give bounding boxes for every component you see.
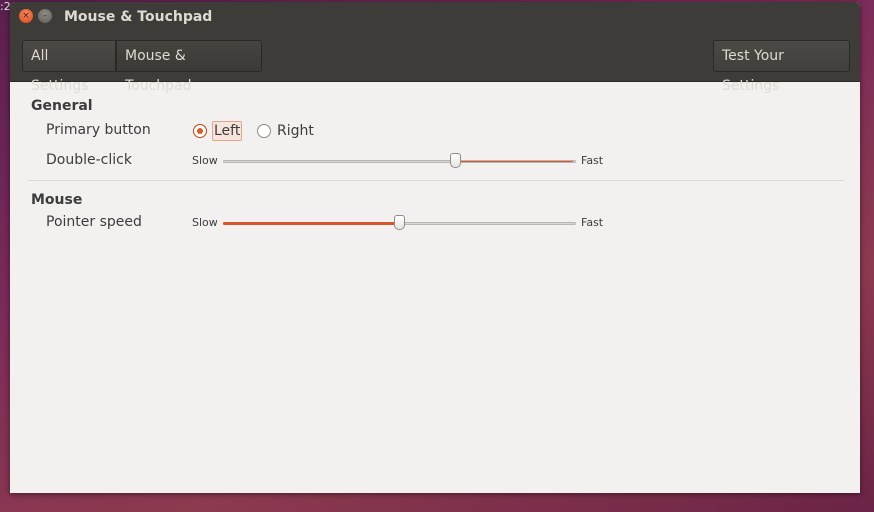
double-click-label: Double-click — [46, 152, 132, 168]
double-click-fill — [461, 161, 573, 162]
minimize-button[interactable]: – — [38, 9, 52, 23]
pointer-speed-fill — [223, 222, 400, 225]
pointer-speed-label: Pointer speed — [46, 214, 142, 230]
title-bar: × – Mouse & Touchpad — [10, 2, 860, 32]
primary-button-right-option[interactable]: Right — [257, 120, 315, 142]
section-title-general: General — [31, 98, 93, 114]
radio-right[interactable] — [257, 124, 271, 138]
radio-right-label: Right — [277, 123, 314, 139]
all-settings-button[interactable]: All Settings — [22, 40, 116, 94]
toolbar: All Settings Mouse & Touchpad Test Your … — [10, 32, 860, 94]
section-title-mouse: Mouse — [31, 192, 83, 208]
window-title: Mouse & Touchpad — [64, 9, 213, 25]
pointer-speed-slider[interactable]: Slow Fast — [192, 215, 604, 231]
primary-button-label: Primary button — [46, 122, 151, 138]
close-icon: × — [22, 11, 30, 21]
double-click-slider[interactable]: Slow Fast — [192, 153, 604, 169]
section-separator — [28, 180, 844, 181]
breadcrumb-current-panel[interactable]: Mouse & Touchpad — [116, 40, 262, 94]
test-your-settings-button[interactable]: Test Your Settings — [713, 40, 850, 94]
settings-window: × – Mouse & Touchpad All Settings Mouse … — [10, 2, 860, 493]
double-click-handle[interactable] — [450, 153, 462, 168]
double-click-fast-label: Fast — [581, 154, 604, 167]
primary-button-left-option[interactable]: Left — [193, 120, 243, 142]
pointer-speed-handle[interactable] — [394, 215, 405, 230]
close-button[interactable]: × — [19, 9, 33, 23]
pointer-speed-slow-label: Slow — [192, 216, 218, 229]
radio-left-label: Left — [212, 121, 243, 141]
minimize-icon: – — [42, 11, 48, 21]
radio-left[interactable] — [193, 124, 207, 138]
pointer-speed-fast-label: Fast — [581, 216, 604, 229]
double-click-slow-label: Slow — [192, 154, 218, 167]
settings-content: General Primary button Left Right Double… — [10, 82, 860, 493]
